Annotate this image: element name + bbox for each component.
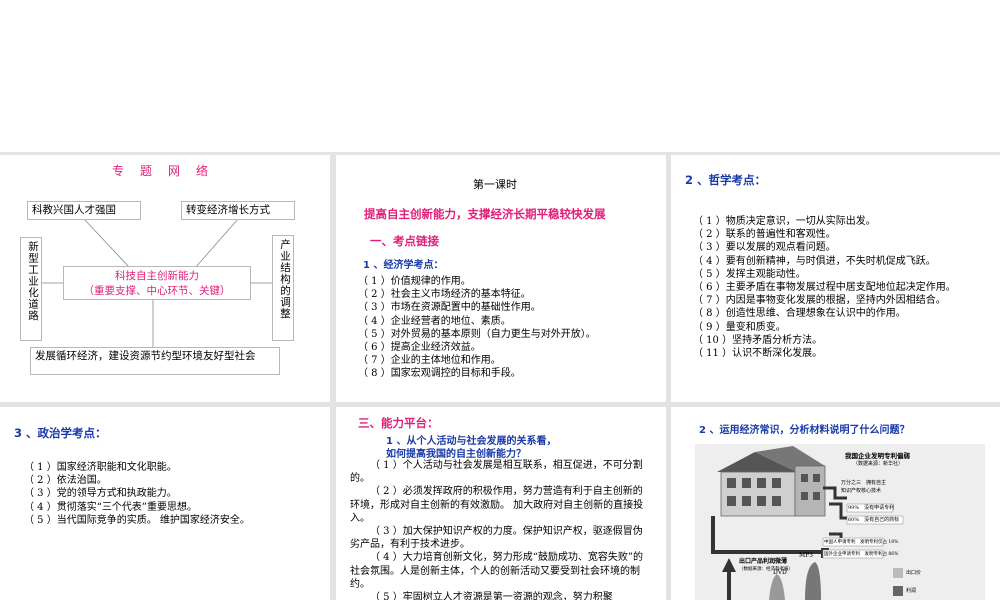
politics-heading: 3 、政治学考点： bbox=[14, 426, 107, 440]
legend-profit: 利润 bbox=[906, 588, 917, 594]
img-label3: 99% 没有申请专利 bbox=[848, 505, 895, 511]
material-panel: 2 、运用经济常识，分析材料说明了什么问题？ 我国企业发明专利偏弱 （数据来源：… bbox=[671, 407, 1000, 600]
img-label5: 中国人申请专利 发明专利仅占 18% bbox=[824, 540, 899, 545]
paragraph: （ 2 ）必须发挥政府的积极作用，努力营造有利于自主创新的环境，形成对自主创新的… bbox=[350, 486, 644, 524]
philosophy-heading: 2 、哲学考点： bbox=[685, 173, 767, 187]
img-title: 我国企业发明专利偏弱 bbox=[845, 452, 910, 460]
box-innovation-center: 科技自主创新能力 （重要支撑、中心环节、关键） bbox=[63, 266, 251, 300]
list-item: （ 1 ）物质决定意识，一切从实际出发。 bbox=[693, 216, 876, 227]
material-heading: 2 、运用经济常识，分析材料说明了什么问题？ bbox=[699, 425, 910, 436]
paragraph: （ 1 ）个人活动与社会发展是相互联系，相互促进，不可分割的。 bbox=[350, 460, 643, 485]
list-item: （ 6 ）提高企业经济效益。 bbox=[358, 342, 481, 354]
list-item: （ 1 ）价值规律的作用。 bbox=[358, 276, 471, 287]
section-heading: 一、考点链接 bbox=[370, 234, 439, 248]
factory-illustration bbox=[695, 444, 985, 600]
list-item: （ 5 ）当代国际竞争的实质。 维护国家经济安全。 bbox=[24, 514, 250, 526]
paragraph: （ 5 ）牢固树立人才资源是第一资源的观念，努力积聚 bbox=[370, 592, 613, 600]
list-item: （ 1 ）国家经济职能和文化职能。 bbox=[24, 462, 177, 473]
img-label4: 60% 没有自己的商标 bbox=[848, 517, 900, 523]
list-item: （ 4 ）要有创新精神，与时俱进，不失时机促成飞跃。 bbox=[693, 255, 936, 267]
img-label2: 知识产权核心技术 bbox=[841, 488, 882, 494]
img-bottom-title: 出口产品利润微薄 bbox=[739, 558, 788, 565]
lesson-heading: 提高自主创新能力，支撑经济长期平稳较快发展 bbox=[364, 207, 606, 221]
econ-list: （ 1 ）价值规律的作用。 （ 2 ）社会主义市场经济的基本特征。 （ 3 ）市… bbox=[358, 275, 596, 381]
list-item: （ 4 ）贯彻落实“三个代表”重要思想。 bbox=[24, 501, 197, 513]
list-item: （ 10 ）坚持矛盾分析方法。 bbox=[693, 334, 823, 346]
answer-paragraphs: （ 1 ）个人活动与社会发展是相互联系，相互促进，不可分割的。 （ 2 ）必须发… bbox=[350, 459, 652, 600]
list-item: （ 2 ）联系的普遍性和客观性。 bbox=[693, 229, 836, 241]
list-item: （ 5 ）对外贸易的基本原则（自力更生与对外开放）。 bbox=[358, 328, 596, 340]
politics-list: （ 1 ）国家经济职能和文化职能。 （ 2 ）依法治国。 （ 3 ）党的领导方式… bbox=[24, 461, 250, 527]
box-science-education: 科教兴国人才强国 bbox=[27, 201, 141, 220]
list-item: （ 8 ）国家宏观调控的目标和手段。 bbox=[358, 368, 521, 380]
legend-export-price: 出口价 bbox=[906, 570, 922, 576]
list-item: （ 5 ）发挥主观能动性。 bbox=[693, 268, 806, 280]
list-item: （ 7 ）企业的主体地位和作用。 bbox=[358, 355, 501, 367]
ability-panel: 三、能力平台： 1 、从个人活动与社会发展的关系看， 如何提高我国的自主创新能力… bbox=[336, 407, 666, 600]
center-line2: （重要支撑、中心环节、关键） bbox=[83, 285, 231, 297]
list-item: （ 8 ）创造性思维、合理想象在认识中的作用。 bbox=[693, 308, 906, 320]
box-new-industrialization: 新型工业化道路 bbox=[20, 237, 42, 341]
list-item: （ 4 ）企业经营者的地位、素质。 bbox=[358, 315, 511, 327]
list-item: （ 2 ）社会主义市场经济的基本特征。 bbox=[358, 289, 531, 301]
box-industrial-structure: 产业结构的调整 bbox=[272, 235, 294, 341]
philosophy-panel: 2 、哲学考点： （ 1 ）物质决定意识，一切从实际出发。 （ 2 ）联系的普遍… bbox=[671, 155, 1000, 402]
blank-slide-area bbox=[0, 0, 1000, 152]
img-dvd: DVD bbox=[773, 569, 787, 576]
lesson-panel: 第一课时 提高自主创新能力，支撑经济长期平稳较快发展 一、考点链接 1 、经济学… bbox=[336, 155, 666, 402]
img-subtitle: （数据来源：新华社） bbox=[853, 461, 904, 467]
list-item: （ 2 ）依法治国。 bbox=[24, 475, 107, 487]
img-label6: 国外企业申请专利 发明专利占 86% bbox=[824, 552, 899, 557]
philosophy-list: （ 1 ）物质决定意识，一切从实际出发。 （ 2 ）联系的普遍性和客观性。 （ … bbox=[693, 215, 956, 360]
question-line1: 1 、从个人活动与社会发展的关系看， bbox=[386, 436, 557, 447]
network-title: 专 题 网 络 bbox=[112, 164, 211, 178]
paragraph: （ 4 ）大力培育创新文化，努力形成“鼓励成功、宽容失败”的社会氛围。人是创新主… bbox=[350, 552, 643, 590]
list-item: （ 3 ）市场在资源配置中的基础性作用。 bbox=[358, 302, 541, 314]
ability-heading: 三、能力平台： bbox=[358, 416, 439, 430]
list-item: （ 9 ）量变和质变。 bbox=[693, 321, 786, 333]
subsection-heading: 1 、经济学考点： bbox=[363, 260, 444, 271]
paragraph: （ 3 ）加大保护知识产权的力度。保护知识产权，驱逐假冒伪劣产品，有利于技术进步… bbox=[350, 526, 643, 551]
list-item: （ 7 ）内因是事物变化发展的根据，坚持内外因相结合。 bbox=[693, 295, 946, 307]
img-mp3: MP3 bbox=[799, 552, 813, 559]
box-growth-mode: 转变经济增长方式 bbox=[181, 201, 295, 220]
list-item: （ 3 ）党的领导方式和执政能力。 bbox=[24, 488, 177, 500]
list-item: （ 11 ）认识不断深化发展。 bbox=[693, 348, 823, 360]
box-circular-economy: 发展循环经济，建设资源节约型环境友好型社会 bbox=[30, 347, 280, 375]
center-line1: 科技自主创新能力 bbox=[115, 270, 199, 282]
topic-network-panel: 专 题 网 络 科教兴国人才强国 转变经济增长方式 新型工业化道路 产业结构的调… bbox=[0, 155, 330, 402]
lesson-label: 第一课时 bbox=[473, 178, 517, 191]
list-item: （ 6 ）主要矛盾在事物发展过程中居支配地位起决定作用。 bbox=[693, 282, 956, 294]
img-label1: 万分之三 拥有自主 bbox=[841, 480, 887, 486]
material-picture: 我国企业发明专利偏弱 （数据来源：新华社） 万分之三 拥有自主 知识产权核心技术… bbox=[695, 444, 985, 600]
list-item: （ 3 ）要以发展的观点看问题。 bbox=[693, 242, 836, 254]
politics-panel: 3 、政治学考点： （ 1 ）国家经济职能和文化职能。 （ 2 ）依法治国。 （… bbox=[0, 407, 330, 600]
